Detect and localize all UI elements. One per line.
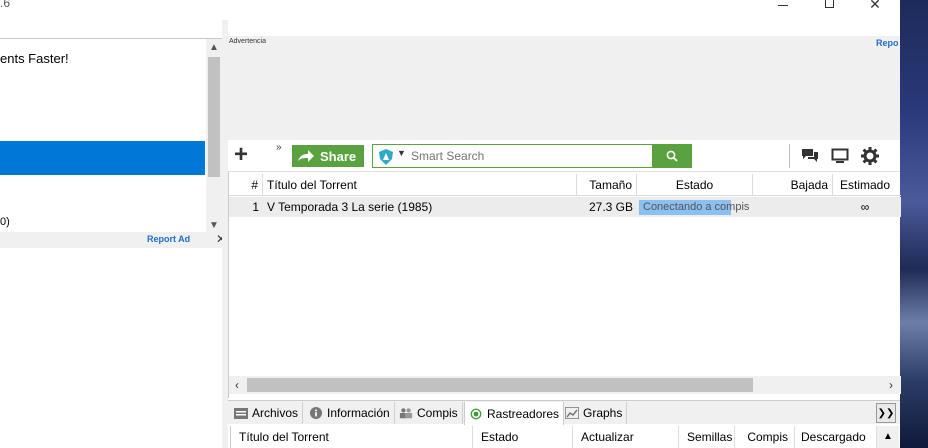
- torrent-list-hscrollbar[interactable]: ‹ ›: [229, 376, 901, 394]
- column-header-title[interactable]: Título del Torrent: [263, 174, 577, 196]
- tracker-column-seeds[interactable]: Semillas: [679, 426, 735, 448]
- more-tools-icon[interactable]: »: [276, 142, 282, 153]
- row-num: 1: [252, 200, 259, 214]
- sidebar: ents Faster! 0) ▲ ▼: [0, 38, 222, 233]
- sidebar-promo-label: ents Faster!: [0, 50, 69, 66]
- sidebar-scrollbar[interactable]: ▲ ▼: [206, 39, 222, 233]
- report-ad-link[interactable]: Report Ad: [147, 234, 190, 244]
- sidebar-scroll-thumb[interactable]: [208, 57, 220, 177]
- trackers-icon: [470, 408, 482, 419]
- torrent-list: # Título del Torrent Tamaño Estado Bajad…: [228, 172, 901, 398]
- sidebar-item-count: 0): [0, 216, 10, 228]
- settings-gear-icon[interactable]: [860, 147, 880, 165]
- row-state: Conectando a compis: [643, 201, 750, 213]
- tab-trackers-label: Rastreadores: [487, 406, 560, 421]
- chat-icon[interactable]: [800, 147, 820, 165]
- info-icon: [310, 407, 322, 419]
- tab-graphs[interactable]: Graphs: [561, 402, 628, 424]
- search-input[interactable]: [411, 148, 651, 164]
- table-row[interactable]: 1 V Temporada 3 La serie (1985) 27.3 GB …: [229, 197, 901, 217]
- search-provider-dropdown-icon[interactable]: ▼: [397, 148, 406, 158]
- toolbar-divider: [789, 144, 790, 168]
- scroll-right-icon[interactable]: ›: [883, 377, 899, 393]
- trackers-table-header: Título del Torrent Estado Actualizar Sem…: [230, 426, 900, 448]
- hscroll-thumb[interactable]: [247, 378, 753, 392]
- title-bar: .6 ✕: [0, 0, 900, 20]
- tracker-column-peers[interactable]: Compis: [735, 426, 795, 448]
- share-label: Share: [320, 148, 357, 164]
- search-button[interactable]: [652, 144, 692, 168]
- row-eta: ∞: [860, 200, 870, 214]
- search-icon: [666, 150, 678, 162]
- tab-info-label: Información: [327, 406, 390, 420]
- scroll-up-icon[interactable]: ▲: [877, 426, 899, 448]
- sidebar-promo-item[interactable]: ents Faster!: [0, 41, 205, 75]
- files-icon: [234, 408, 248, 419]
- toolbar: + » Share ▼: [228, 140, 900, 172]
- ad-report-link[interactable]: Repo: [876, 38, 899, 48]
- shield-icon[interactable]: [379, 149, 393, 165]
- tracker-column-update[interactable]: Actualizar: [573, 426, 679, 448]
- maximize-button[interactable]: [806, 0, 852, 18]
- tab-peers[interactable]: Compis: [395, 402, 463, 424]
- tracker-column-downloaded[interactable]: Descargado: [795, 426, 877, 448]
- torrent-list-header: # Título del Torrent Tamaño Estado Bajad…: [229, 174, 901, 196]
- share-button[interactable]: Share: [292, 145, 364, 167]
- collapse-panel-button[interactable]: ❯❯: [876, 403, 896, 423]
- row-title: V Temporada 3 La serie (1985): [267, 200, 433, 214]
- column-header-eta[interactable]: Estimado: [833, 174, 897, 196]
- remote-screen-icon[interactable]: [830, 147, 850, 165]
- add-torrent-icon[interactable]: +: [234, 143, 256, 168]
- window-title: .6: [0, 0, 11, 10]
- ad-label: Advertencia: [229, 38, 266, 45]
- close-window-button[interactable]: ✕: [852, 0, 898, 18]
- tab-info[interactable]: Información: [305, 402, 395, 424]
- row-size: 27.3 GB: [588, 200, 633, 214]
- graphs-icon: [565, 407, 579, 419]
- peers-icon: [399, 408, 413, 419]
- tab-trackers[interactable]: Rastreadores: [464, 402, 565, 425]
- share-arrow-icon: [298, 150, 314, 162]
- column-header-down[interactable]: Bajada: [753, 174, 833, 196]
- minimize-button[interactable]: [760, 0, 806, 18]
- detail-tabs: Archivos Información Compis Rastreadores…: [228, 400, 900, 425]
- scroll-left-icon[interactable]: ‹: [229, 377, 245, 393]
- scroll-down-icon[interactable]: ▼: [206, 217, 222, 233]
- column-header-state[interactable]: Estado: [637, 174, 753, 196]
- column-header-size[interactable]: Tamaño: [577, 174, 637, 196]
- sidebar-item-selected[interactable]: [0, 141, 205, 175]
- row-state-progress: Conectando a compis: [637, 197, 753, 217]
- tab-peers-label: Compis: [417, 406, 458, 420]
- ad-banner: Advertencia Repo: [228, 36, 900, 140]
- search-box: ▼: [372, 144, 654, 168]
- maximize-icon: [824, 0, 834, 8]
- sidebar-ad-footer: Report Ad ✕: [0, 232, 228, 248]
- tab-files[interactable]: Archivos: [230, 402, 304, 424]
- tab-graphs-label: Graphs: [583, 406, 623, 420]
- minimize-icon: [778, 4, 788, 6]
- chevron-down-icon: ❯❯: [877, 407, 895, 419]
- tab-files-label: Archivos: [252, 406, 299, 420]
- close-icon: ✕: [869, 0, 881, 12]
- tracker-column-state[interactable]: Estado: [473, 426, 573, 448]
- tracker-column-title[interactable]: Título del Torrent: [231, 426, 473, 448]
- column-header-num[interactable]: #: [229, 174, 263, 196]
- row-down: [753, 197, 833, 217]
- sidebar-item-partial[interactable]: 0): [0, 211, 205, 233]
- scroll-up-icon[interactable]: ▲: [206, 39, 222, 55]
- desktop-wallpaper: [900, 0, 928, 448]
